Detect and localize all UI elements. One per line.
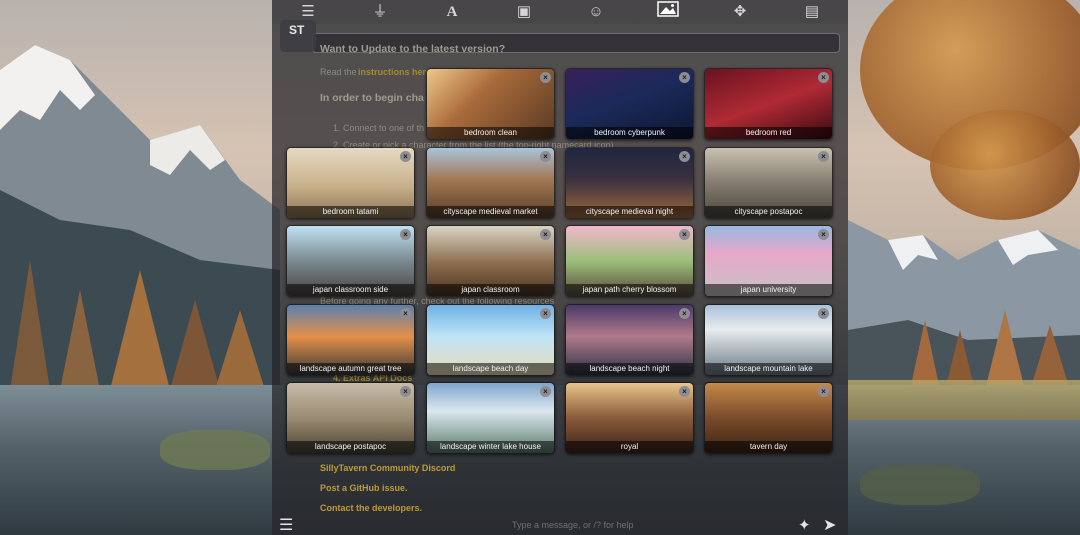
delete-background-icon[interactable]: × xyxy=(400,229,411,240)
github-issue-link[interactable]: Post a GitHub issue. xyxy=(320,483,408,493)
background-label: bedroom tatami xyxy=(287,206,414,218)
delete-background-icon[interactable]: × xyxy=(679,72,690,83)
background-thumbnail-bedroom-clean[interactable]: bedroom clean × xyxy=(426,68,555,140)
delete-background-icon[interactable]: × xyxy=(679,386,690,397)
delete-background-icon[interactable]: × xyxy=(818,308,829,319)
background-thumbnail-bedroom-red[interactable]: bedroom red × xyxy=(704,68,833,140)
delete-background-icon[interactable]: × xyxy=(540,72,551,83)
read-instructions-prefix: Read the xyxy=(320,67,357,77)
background-thumbnail-tavern-day[interactable]: tavern day × xyxy=(704,382,833,454)
send-icon[interactable]: ➤ xyxy=(823,515,836,535)
hamburger-menu-icon[interactable]: ☰ xyxy=(279,518,293,534)
background-label: japan classroom side xyxy=(287,284,414,296)
background-thumbnail-land-postapoc[interactable]: landscape postapoc × xyxy=(286,382,415,454)
delete-background-icon[interactable]: × xyxy=(400,386,411,397)
smiley-icon[interactable]: ☺ xyxy=(584,1,608,23)
plug-icon[interactable]: ⏚ xyxy=(368,1,392,23)
background-label: cityscape medieval market xyxy=(427,206,554,218)
background-thumbnail-cherry-path[interactable]: japan path cherry blossom × xyxy=(565,225,694,297)
background-thumbnail-city-postapoc[interactable]: cityscape postapoc × xyxy=(704,147,833,219)
background-label: royal xyxy=(566,441,693,453)
extensions-icon[interactable]: ✥ xyxy=(728,1,752,23)
background-thumbnail-university[interactable]: japan university × xyxy=(704,225,833,297)
forest-right xyxy=(910,310,1070,390)
background-thumbnail-winter-lake[interactable]: landscape winter lake house × xyxy=(426,382,555,454)
message-input[interactable]: Type a message, or /? for help xyxy=(512,520,634,530)
background-label: landscape beach day xyxy=(427,363,554,375)
autumn-tree-canopy-2 xyxy=(930,110,1080,220)
top-toolbar: ☰ ⏚ A ▣ ☺ ✥ ▤ xyxy=(272,0,848,24)
background-thumbnail-classroom[interactable]: japan classroom × xyxy=(426,225,555,297)
background-label: cityscape medieval night xyxy=(566,206,693,218)
background-label: bedroom clean xyxy=(427,127,554,139)
background-thumbnail-bedroom-cyberpunk[interactable]: bedroom cyberpunk × xyxy=(565,68,694,140)
delete-background-icon[interactable]: × xyxy=(540,151,551,162)
background-label: bedroom red xyxy=(705,127,832,139)
background-label: landscape mountain lake xyxy=(705,363,832,375)
background-thumbnail-beach-day[interactable]: landscape beach day × xyxy=(426,304,555,376)
magic-wand-icon[interactable]: ✦ xyxy=(798,516,811,534)
background-label: tavern day xyxy=(705,441,832,453)
background-thumbnail-medieval-market[interactable]: cityscape medieval market × xyxy=(426,147,555,219)
delete-background-icon[interactable]: × xyxy=(679,151,690,162)
delete-background-icon[interactable]: × xyxy=(400,308,411,319)
book-icon[interactable]: ▣ xyxy=(512,1,536,23)
delete-background-icon[interactable]: × xyxy=(818,229,829,240)
delete-background-icon[interactable]: × xyxy=(540,229,551,240)
background-label: japan path cherry blossom xyxy=(566,284,693,296)
background-label: cityscape postapoc xyxy=(705,206,832,218)
delete-background-icon[interactable]: × xyxy=(679,229,690,240)
instructions-link[interactable]: instructions here xyxy=(358,67,431,77)
background-thumbnail-beach-night[interactable]: landscape beach night × xyxy=(565,304,694,376)
delete-background-icon[interactable]: × xyxy=(679,308,690,319)
image-icon[interactable] xyxy=(656,0,680,24)
id-card-icon[interactable]: ▤ xyxy=(800,1,824,23)
background-label: japan university xyxy=(705,284,832,296)
text-format-icon[interactable]: A xyxy=(440,1,464,23)
grass-bank xyxy=(848,380,1080,420)
background-label: landscape autumn great tree xyxy=(287,363,414,375)
background-label: japan classroom xyxy=(427,284,554,296)
background-label: landscape beach night xyxy=(566,363,693,375)
background-thumbnail-royal[interactable]: royal × xyxy=(565,382,694,454)
rock xyxy=(160,430,270,470)
background-thumbnail-medieval-night[interactable]: cityscape medieval night × xyxy=(565,147,694,219)
background-thumbnail-autumn-tree[interactable]: landscape autumn great tree × xyxy=(286,304,415,376)
background-label: landscape postapoc xyxy=(287,441,414,453)
background-thumbnail-classroom-side[interactable]: japan classroom side × xyxy=(286,225,415,297)
step-connect: 1. Connect to one of th xyxy=(333,123,425,133)
background-thumbnail-bedroom-tatami[interactable]: bedroom tatami × xyxy=(286,147,415,219)
background-label: landscape winter lake house xyxy=(427,441,554,453)
discord-link[interactable]: SillyTavern Community Discord xyxy=(320,463,455,473)
delete-background-icon[interactable]: × xyxy=(540,308,551,319)
delete-background-icon[interactable]: × xyxy=(818,386,829,397)
forest-left xyxy=(10,260,265,390)
update-heading: Want to Update to the latest version? xyxy=(320,43,506,55)
app-logo-badge: ST xyxy=(280,20,316,52)
delete-background-icon[interactable]: × xyxy=(818,151,829,162)
background-thumbnail-mountain-lake[interactable]: landscape mountain lake × xyxy=(704,304,833,376)
begin-heading: In order to begin cha xyxy=(320,92,424,104)
rock xyxy=(860,465,980,505)
delete-background-icon[interactable]: × xyxy=(540,386,551,397)
delete-background-icon[interactable]: × xyxy=(818,72,829,83)
background-label: bedroom cyberpunk xyxy=(566,127,693,139)
delete-background-icon[interactable]: × xyxy=(400,151,411,162)
contact-developers-link[interactable]: Contact the developers. xyxy=(320,503,422,513)
